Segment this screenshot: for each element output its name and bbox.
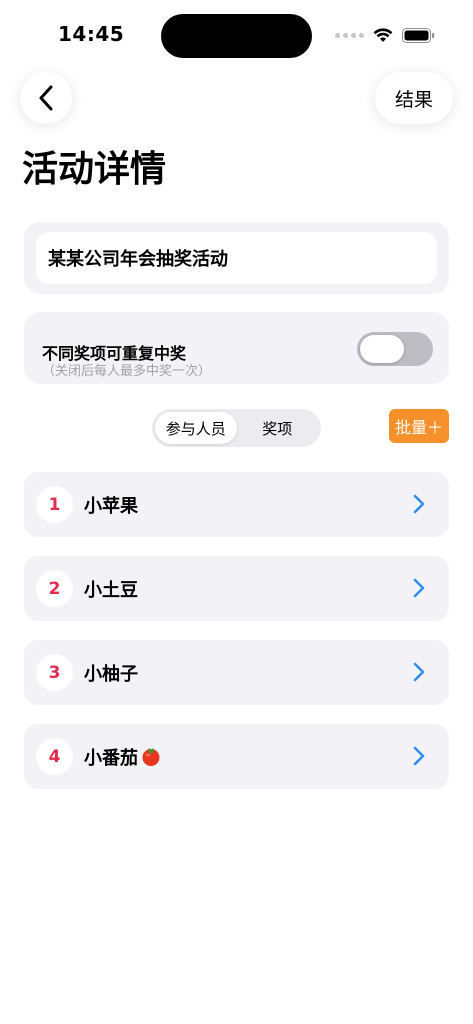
toggle-knob [360,335,404,363]
repeat-win-toggle[interactable] [357,332,433,366]
participant-name: 小苹果 [84,496,138,517]
list-item[interactable]: 4 小番茄 [24,724,449,789]
wifi-icon [373,27,393,42]
signal-dots-icon [335,32,364,38]
chevron-left-icon [39,85,53,111]
chevron-right-icon [413,578,425,598]
index-badge: 1 [36,486,73,523]
page-title: 活动详情 [22,149,167,190]
list-item[interactable]: 3 小柚子 [24,640,449,705]
chevron-right-icon [413,494,425,514]
participant-name: 小土豆 [84,580,138,601]
activity-name-card [24,222,449,294]
list-item[interactable]: 2 小土豆 [24,556,449,621]
list-item[interactable]: 1 小苹果 [24,472,449,537]
result-button[interactable]: 结果 [375,72,453,124]
participant-name: 小柚子 [84,664,138,685]
chevron-right-icon [413,746,425,766]
index-badge: 2 [36,570,73,607]
tab-prizes[interactable]: 奖项 [237,412,319,444]
back-button[interactable] [20,72,72,124]
status-icons [335,24,435,46]
tab-participants[interactable]: 参与人员 [155,412,237,444]
chevron-right-icon [413,662,425,682]
segmented-control: 参与人员 奖项 [152,409,321,447]
index-badge: 4 [36,738,73,775]
index-badge: 3 [36,654,73,691]
screen: 14:45 结果 活动详情 不同奖项可重复中奖 （关闭后每人最多中奖一次） [0,0,473,1024]
participant-name-row: 小番茄 [84,744,162,770]
batch-add-button[interactable]: 批量＋ [389,409,449,443]
status-time: 14:45 [58,22,125,46]
repeat-win-card: 不同奖项可重复中奖 （关闭后每人最多中奖一次） [24,312,449,384]
activity-name-input[interactable] [36,232,437,284]
battery-icon [402,27,435,43]
tomato-icon [142,748,160,766]
repeat-win-subtitle: （关闭后每人最多中奖一次） [42,364,212,379]
participant-name: 小番茄 [84,748,138,769]
dynamic-island [161,14,312,58]
